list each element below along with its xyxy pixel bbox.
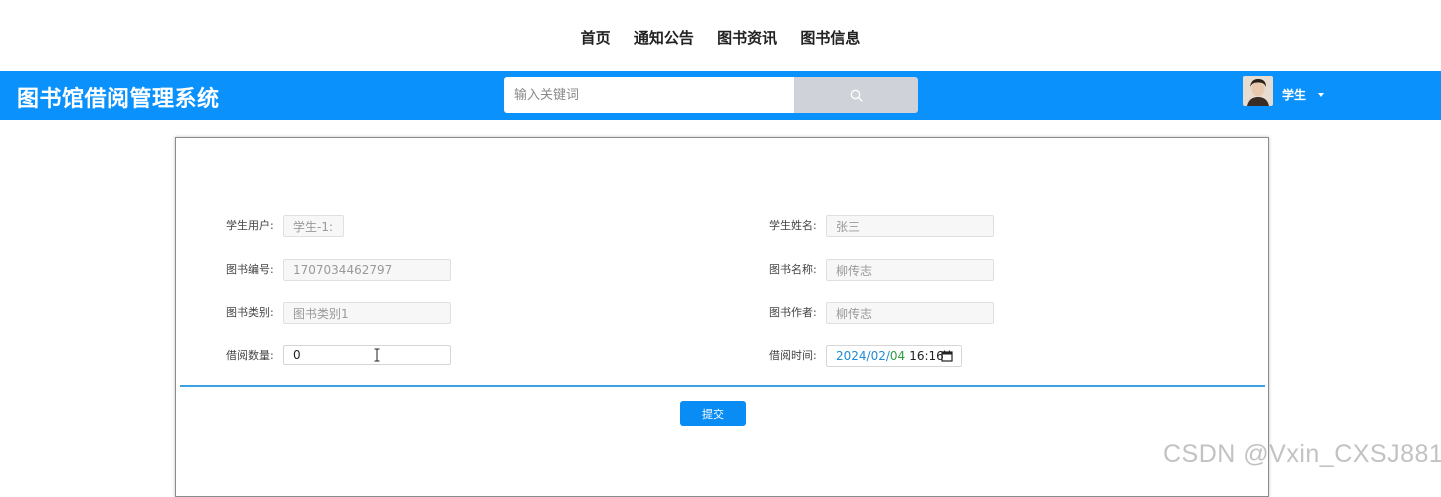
- search-button[interactable]: [794, 77, 918, 113]
- chevron-down-icon[interactable]: [1318, 93, 1324, 97]
- date-month: 02: [870, 349, 886, 363]
- student-user-field[interactable]: [283, 215, 344, 237]
- label-student-user: 学生用户:: [226, 219, 274, 232]
- search-input[interactable]: [504, 77, 794, 113]
- label-book-number: 图书编号:: [226, 263, 274, 276]
- avatar-image: [1243, 76, 1273, 106]
- date-year: 2024: [836, 349, 867, 363]
- book-name-field[interactable]: [826, 259, 994, 281]
- search-icon: [850, 89, 863, 102]
- top-nav: 首页 通知公告 图书资讯 图书信息: [0, 27, 1441, 48]
- nav-item-home[interactable]: 首页: [581, 27, 611, 48]
- nav-item-notices[interactable]: 通知公告: [634, 27, 694, 48]
- user-menu-label[interactable]: 学生: [1282, 86, 1306, 103]
- avatar[interactable]: [1243, 76, 1273, 106]
- text-cursor-icon: [374, 348, 380, 362]
- nav-item-book-info[interactable]: 图书信息: [800, 27, 860, 48]
- date-time: 16:16: [909, 349, 944, 363]
- calendar-icon[interactable]: [941, 350, 953, 362]
- borrow-form-card: 学生用户: 图书编号: 图书类别: 借阅数量: 学生姓名: 图书名称: 图书作者…: [175, 137, 1269, 497]
- watermark: CSDN @Vxin_CXSJ881: [1163, 440, 1441, 468]
- submit-button[interactable]: 提交: [680, 401, 746, 426]
- header-bar: 图书馆借阅管理系统 学生: [0, 71, 1441, 120]
- label-borrow-quantity: 借阅数量:: [226, 349, 274, 362]
- book-category-field[interactable]: [283, 302, 451, 324]
- label-student-name: 学生姓名:: [769, 219, 817, 232]
- borrow-time-input[interactable]: 2024/02/04 16:16: [826, 345, 962, 367]
- label-borrow-time: 借阅时间:: [769, 349, 817, 362]
- nav-item-book-news[interactable]: 图书资讯: [717, 27, 777, 48]
- label-book-author: 图书作者:: [769, 306, 817, 319]
- label-book-name: 图书名称:: [769, 263, 817, 276]
- book-author-field[interactable]: [826, 302, 994, 324]
- book-number-field[interactable]: [283, 259, 451, 281]
- label-book-category: 图书类别:: [226, 306, 274, 319]
- student-name-field[interactable]: [826, 215, 994, 237]
- form-divider: [180, 385, 1265, 387]
- site-title: 图书馆借阅管理系统: [17, 87, 220, 112]
- borrow-quantity-input[interactable]: [283, 345, 451, 365]
- date-day: 04: [889, 349, 906, 363]
